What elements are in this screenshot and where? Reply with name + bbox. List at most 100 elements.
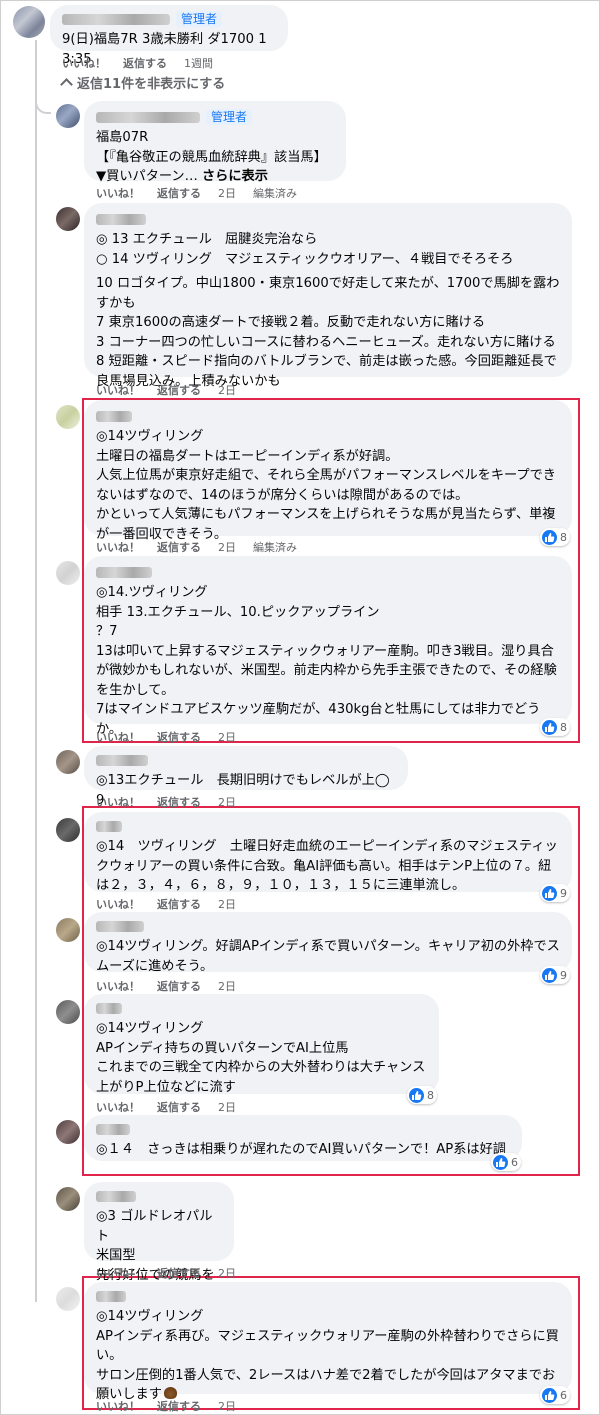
author-name[interactable]: [96, 410, 132, 422]
hide-replies-label: 返信11件を非表示にする: [77, 77, 226, 92]
avatar[interactable]: [56, 405, 80, 429]
avatar[interactable]: [56, 207, 80, 231]
reply-button[interactable]: 返信する: [157, 1398, 201, 1414]
edited-label: 編集済み: [253, 541, 297, 554]
author-name[interactable]: [96, 1123, 130, 1135]
author-name[interactable]: [62, 13, 170, 25]
reaction-count[interactable]: 8: [540, 718, 570, 736]
reaction-count[interactable]: 6: [540, 1386, 570, 1404]
comment-actions: いいね！ 返信する 2日: [96, 729, 236, 745]
reply-button[interactable]: 返信する: [157, 978, 201, 994]
comment-text-continued: 10 ロゴタイプ。中山1800・東京1600で好走して来たが、1700で馬脚を露…: [96, 276, 560, 389]
avatar[interactable]: [56, 1287, 80, 1311]
reaction-number: 8: [427, 1088, 434, 1102]
admin-badge: 管理者: [176, 11, 223, 27]
chevron-up-icon: [60, 78, 73, 91]
reaction-count[interactable]: 8: [407, 1086, 437, 1104]
timestamp[interactable]: 2日: [218, 382, 236, 398]
reply-button[interactable]: 返信する: [157, 794, 201, 810]
comment-actions: いいね！ 返信する 2日: [96, 1265, 236, 1281]
reaction-count[interactable]: 8: [540, 528, 570, 546]
comment-actions: いいね！ 返信する 1週間: [62, 55, 213, 71]
edited-label: 編集済み: [253, 187, 297, 200]
reply-button[interactable]: 返信する: [157, 539, 201, 555]
reply-button[interactable]: 返信する: [157, 896, 201, 912]
timestamp[interactable]: 2日: [218, 1398, 236, 1414]
avatar[interactable]: [56, 104, 80, 128]
timestamp[interactable]: 2日: [218, 1265, 236, 1281]
like-button[interactable]: いいね！: [96, 794, 140, 810]
reaction-count[interactable]: 9: [540, 966, 570, 984]
timestamp[interactable]: 2日: [218, 794, 236, 810]
like-button[interactable]: いいね！: [96, 382, 140, 398]
like-button[interactable]: いいね！: [96, 1398, 140, 1414]
thumbs-up-icon: [493, 1154, 508, 1170]
like-button[interactable]: いいね！: [96, 729, 140, 745]
reply-button[interactable]: 返信する: [157, 185, 201, 201]
reply-button[interactable]: 返信する: [157, 382, 201, 398]
see-more-link[interactable]: さらに表示: [202, 169, 268, 184]
comment-bubble: ◎14ツヴィリング 土曜日の福島ダートはエーピーインディ系が好調。 人気上位馬が…: [84, 400, 572, 542]
author-name[interactable]: [96, 1002, 122, 1014]
avatar[interactable]: [56, 1120, 80, 1144]
reaction-number: 6: [560, 1388, 567, 1402]
avatar[interactable]: [56, 1000, 80, 1024]
timestamp[interactable]: 1週間: [184, 55, 213, 71]
timestamp[interactable]: 2日: [218, 896, 236, 912]
comment-bubble: ◎14ツヴィリング。好調APインディ系で買いパターン。キャリア初の外枠でスムーズ…: [84, 912, 572, 974]
thumbs-up-icon: [542, 529, 557, 545]
avatar[interactable]: [56, 918, 80, 942]
avatar[interactable]: [56, 750, 80, 774]
timestamp[interactable]: 2日: [218, 729, 236, 745]
author-name[interactable]: [96, 213, 146, 225]
thumbs-up-icon: [542, 967, 557, 983]
comment-text: ◎ 13 エクチュール 屈腱炎完治なら ○ 14 ツヴィリング マジェスティック…: [96, 232, 514, 267]
author-name[interactable]: [96, 1190, 136, 1202]
author-name[interactable]: [96, 566, 152, 578]
comment-bubble: ◎13エクチュール 長期旧明けでもレベルが上◯9: [84, 746, 408, 808]
author-name[interactable]: [96, 754, 148, 766]
comment-text: ◎14 ツヴィリング 土曜日好走血統のエーピーインディ系のマジェスティックウォリ…: [96, 839, 558, 893]
reply-button[interactable]: 返信する: [123, 55, 167, 71]
timestamp[interactable]: 2日: [218, 185, 236, 201]
like-button[interactable]: いいね！: [96, 1099, 140, 1115]
avatar[interactable]: [56, 818, 80, 842]
reaction-number: 9: [560, 886, 567, 900]
avatar[interactable]: [56, 1187, 80, 1211]
thumbs-up-icon: [542, 719, 557, 735]
like-button[interactable]: いいね！: [96, 1265, 140, 1281]
reply-button[interactable]: 返信する: [157, 729, 201, 745]
reply-button[interactable]: 返信する: [157, 1265, 201, 1281]
comment-bubble: 管理者 9(日)福島7R 3歳未勝利 ダ1700 13:35: [50, 5, 288, 67]
like-button[interactable]: いいね！: [96, 539, 140, 555]
comment-bubble: ◎14ツヴィリング APインディ持ちの買いパターンでAI上位馬 これまでの三戦全…: [84, 994, 439, 1095]
comment-bubble: ◎3 ゴルドレオパルト 米国型 先行好位での競馬を: [84, 1182, 234, 1283]
like-button[interactable]: いいね！: [96, 185, 140, 201]
timestamp[interactable]: 2日: [218, 978, 236, 994]
reply-button[interactable]: 返信する: [157, 1099, 201, 1115]
comment-bubble: ◎１４ さっきは相乗りが遅れたのでAI買いパターンで！AP系は好調: [84, 1115, 522, 1161]
reaction-number: 6: [511, 1155, 518, 1169]
timestamp[interactable]: 2日: [218, 1099, 236, 1115]
comment-actions: いいね！ 返信する 2日: [96, 1099, 236, 1115]
like-button[interactable]: いいね！: [96, 896, 140, 912]
hide-replies-toggle[interactable]: 返信11件を非表示にする: [60, 73, 226, 92]
comment-bubble: ◎14.ツヴィリング 相手 13.エクチュール、10.ピックアップライン ？7 …: [84, 556, 572, 737]
avatar[interactable]: [13, 6, 45, 38]
avatar[interactable]: [56, 561, 80, 585]
comment-text: ◎14ツヴィリング APインディ持ちの買いパターンでAI上位馬 これまでの三戦全…: [96, 1021, 426, 1095]
reaction-count[interactable]: 6: [491, 1153, 521, 1171]
author-name[interactable]: [96, 111, 200, 123]
reaction-count[interactable]: 9: [540, 884, 570, 902]
like-button[interactable]: いいね！: [62, 55, 106, 71]
author-name[interactable]: [96, 920, 144, 932]
comment-actions: いいね！ 返信する 2日: [96, 382, 236, 398]
comment-text: ◎14.ツヴィリング 相手 13.エクチュール、10.ピックアップライン ？7 …: [96, 585, 557, 737]
author-name[interactable]: [96, 820, 122, 832]
timestamp[interactable]: 2日: [218, 539, 236, 555]
like-button[interactable]: いいね！: [96, 978, 140, 994]
comment-actions: いいね！ 返信する 2日: [96, 1398, 236, 1414]
comment-text: ◎14ツヴィリング APインディ系再び。マジェスティックウォリアー産駒の外枠替わ…: [96, 1307, 560, 1405]
author-name[interactable]: [96, 1290, 126, 1302]
thumbs-up-icon: [542, 885, 557, 901]
